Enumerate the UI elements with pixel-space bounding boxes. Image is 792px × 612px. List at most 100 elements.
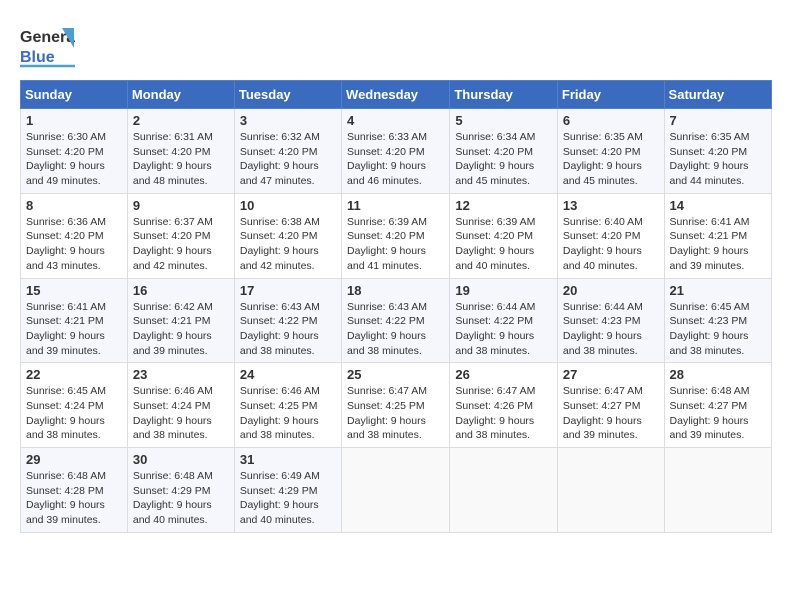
sunrise-label: Sunrise: 6:46 AM [133,385,213,397]
sunrise-label: Sunrise: 6:43 AM [347,301,427,313]
day-number: 31 [240,452,336,467]
daylight-label: Daylight: 9 hours and 49 minutes. [26,160,105,187]
calendar-cell [342,448,450,533]
day-info: Sunrise: 6:33 AM Sunset: 4:20 PM Dayligh… [347,130,444,189]
sunrise-label: Sunrise: 6:39 AM [455,216,535,228]
calendar-cell: 7 Sunrise: 6:35 AM Sunset: 4:20 PM Dayli… [664,109,771,194]
day-number: 8 [26,198,122,213]
calendar-cell: 24 Sunrise: 6:46 AM Sunset: 4:25 PM Dayl… [234,363,341,448]
day-number: 5 [455,113,552,128]
page-header: General Blue [20,20,772,70]
sunset-label: Sunset: 4:20 PM [347,146,425,158]
daylight-label: Daylight: 9 hours and 45 minutes. [455,160,534,187]
day-info: Sunrise: 6:45 AM Sunset: 4:23 PM Dayligh… [670,300,766,359]
sunset-label: Sunset: 4:24 PM [133,400,211,412]
day-info: Sunrise: 6:47 AM Sunset: 4:27 PM Dayligh… [563,384,659,443]
daylight-label: Daylight: 9 hours and 40 minutes. [240,499,319,526]
daylight-label: Daylight: 9 hours and 38 minutes. [347,330,426,357]
weekday-header: Monday [127,81,234,109]
sunset-label: Sunset: 4:21 PM [133,315,211,327]
sunset-label: Sunset: 4:20 PM [455,146,533,158]
sunset-label: Sunset: 4:20 PM [670,146,748,158]
calendar-body: 1 Sunrise: 6:30 AM Sunset: 4:20 PM Dayli… [21,109,772,533]
sunset-label: Sunset: 4:21 PM [26,315,104,327]
calendar-header: SundayMondayTuesdayWednesdayThursdayFrid… [21,81,772,109]
sunset-label: Sunset: 4:20 PM [240,230,318,242]
day-info: Sunrise: 6:34 AM Sunset: 4:20 PM Dayligh… [455,130,552,189]
sunset-label: Sunset: 4:20 PM [133,146,211,158]
calendar-cell [557,448,664,533]
daylight-label: Daylight: 9 hours and 40 minutes. [455,245,534,272]
calendar-cell [664,448,771,533]
daylight-label: Daylight: 9 hours and 42 minutes. [240,245,319,272]
day-number: 9 [133,198,229,213]
daylight-label: Daylight: 9 hours and 39 minutes. [26,330,105,357]
day-info: Sunrise: 6:30 AM Sunset: 4:20 PM Dayligh… [26,130,122,189]
sunset-label: Sunset: 4:29 PM [240,485,318,497]
day-info: Sunrise: 6:44 AM Sunset: 4:23 PM Dayligh… [563,300,659,359]
sunrise-label: Sunrise: 6:48 AM [670,385,750,397]
weekday-header: Friday [557,81,664,109]
day-info: Sunrise: 6:35 AM Sunset: 4:20 PM Dayligh… [670,130,766,189]
day-number: 25 [347,367,444,382]
sunrise-label: Sunrise: 6:47 AM [455,385,535,397]
daylight-label: Daylight: 9 hours and 41 minutes. [347,245,426,272]
day-number: 29 [26,452,122,467]
sunrise-label: Sunrise: 6:46 AM [240,385,320,397]
sunrise-label: Sunrise: 6:30 AM [26,131,106,143]
day-number: 1 [26,113,122,128]
calendar-table: SundayMondayTuesdayWednesdayThursdayFrid… [20,80,772,533]
day-info: Sunrise: 6:43 AM Sunset: 4:22 PM Dayligh… [240,300,336,359]
day-number: 3 [240,113,336,128]
calendar-cell: 14 Sunrise: 6:41 AM Sunset: 4:21 PM Dayl… [664,193,771,278]
calendar-cell: 3 Sunrise: 6:32 AM Sunset: 4:20 PM Dayli… [234,109,341,194]
sunset-label: Sunset: 4:22 PM [455,315,533,327]
daylight-label: Daylight: 9 hours and 38 minutes. [455,415,534,442]
sunset-label: Sunset: 4:26 PM [455,400,533,412]
logo: General Blue [20,20,75,70]
sunrise-label: Sunrise: 6:43 AM [240,301,320,313]
day-info: Sunrise: 6:39 AM Sunset: 4:20 PM Dayligh… [455,215,552,274]
day-number: 11 [347,198,444,213]
day-info: Sunrise: 6:46 AM Sunset: 4:24 PM Dayligh… [133,384,229,443]
calendar-cell: 12 Sunrise: 6:39 AM Sunset: 4:20 PM Dayl… [450,193,558,278]
sunset-label: Sunset: 4:20 PM [347,230,425,242]
sunset-label: Sunset: 4:20 PM [455,230,533,242]
sunrise-label: Sunrise: 6:39 AM [347,216,427,228]
daylight-label: Daylight: 9 hours and 44 minutes. [670,160,749,187]
sunset-label: Sunset: 4:20 PM [563,230,641,242]
calendar-cell: 25 Sunrise: 6:47 AM Sunset: 4:25 PM Dayl… [342,363,450,448]
sunrise-label: Sunrise: 6:44 AM [455,301,535,313]
day-number: 13 [563,198,659,213]
daylight-label: Daylight: 9 hours and 39 minutes. [563,415,642,442]
day-number: 4 [347,113,444,128]
daylight-label: Daylight: 9 hours and 40 minutes. [133,499,212,526]
day-info: Sunrise: 6:41 AM Sunset: 4:21 PM Dayligh… [670,215,766,274]
weekday-header: Sunday [21,81,128,109]
sunset-label: Sunset: 4:25 PM [347,400,425,412]
day-info: Sunrise: 6:48 AM Sunset: 4:28 PM Dayligh… [26,469,122,528]
day-number: 20 [563,283,659,298]
day-info: Sunrise: 6:40 AM Sunset: 4:20 PM Dayligh… [563,215,659,274]
sunrise-label: Sunrise: 6:31 AM [133,131,213,143]
calendar-cell: 8 Sunrise: 6:36 AM Sunset: 4:20 PM Dayli… [21,193,128,278]
weekday-header: Saturday [664,81,771,109]
sunrise-label: Sunrise: 6:38 AM [240,216,320,228]
day-number: 15 [26,283,122,298]
sunset-label: Sunset: 4:29 PM [133,485,211,497]
day-info: Sunrise: 6:38 AM Sunset: 4:20 PM Dayligh… [240,215,336,274]
calendar-cell: 31 Sunrise: 6:49 AM Sunset: 4:29 PM Dayl… [234,448,341,533]
day-number: 16 [133,283,229,298]
day-info: Sunrise: 6:32 AM Sunset: 4:20 PM Dayligh… [240,130,336,189]
day-number: 17 [240,283,336,298]
calendar-cell: 13 Sunrise: 6:40 AM Sunset: 4:20 PM Dayl… [557,193,664,278]
calendar-cell: 4 Sunrise: 6:33 AM Sunset: 4:20 PM Dayli… [342,109,450,194]
sunset-label: Sunset: 4:22 PM [240,315,318,327]
day-info: Sunrise: 6:45 AM Sunset: 4:24 PM Dayligh… [26,384,122,443]
daylight-label: Daylight: 9 hours and 38 minutes. [455,330,534,357]
sunrise-label: Sunrise: 6:47 AM [347,385,427,397]
calendar-cell [450,448,558,533]
calendar-cell: 10 Sunrise: 6:38 AM Sunset: 4:20 PM Dayl… [234,193,341,278]
day-info: Sunrise: 6:48 AM Sunset: 4:29 PM Dayligh… [133,469,229,528]
sunset-label: Sunset: 4:25 PM [240,400,318,412]
